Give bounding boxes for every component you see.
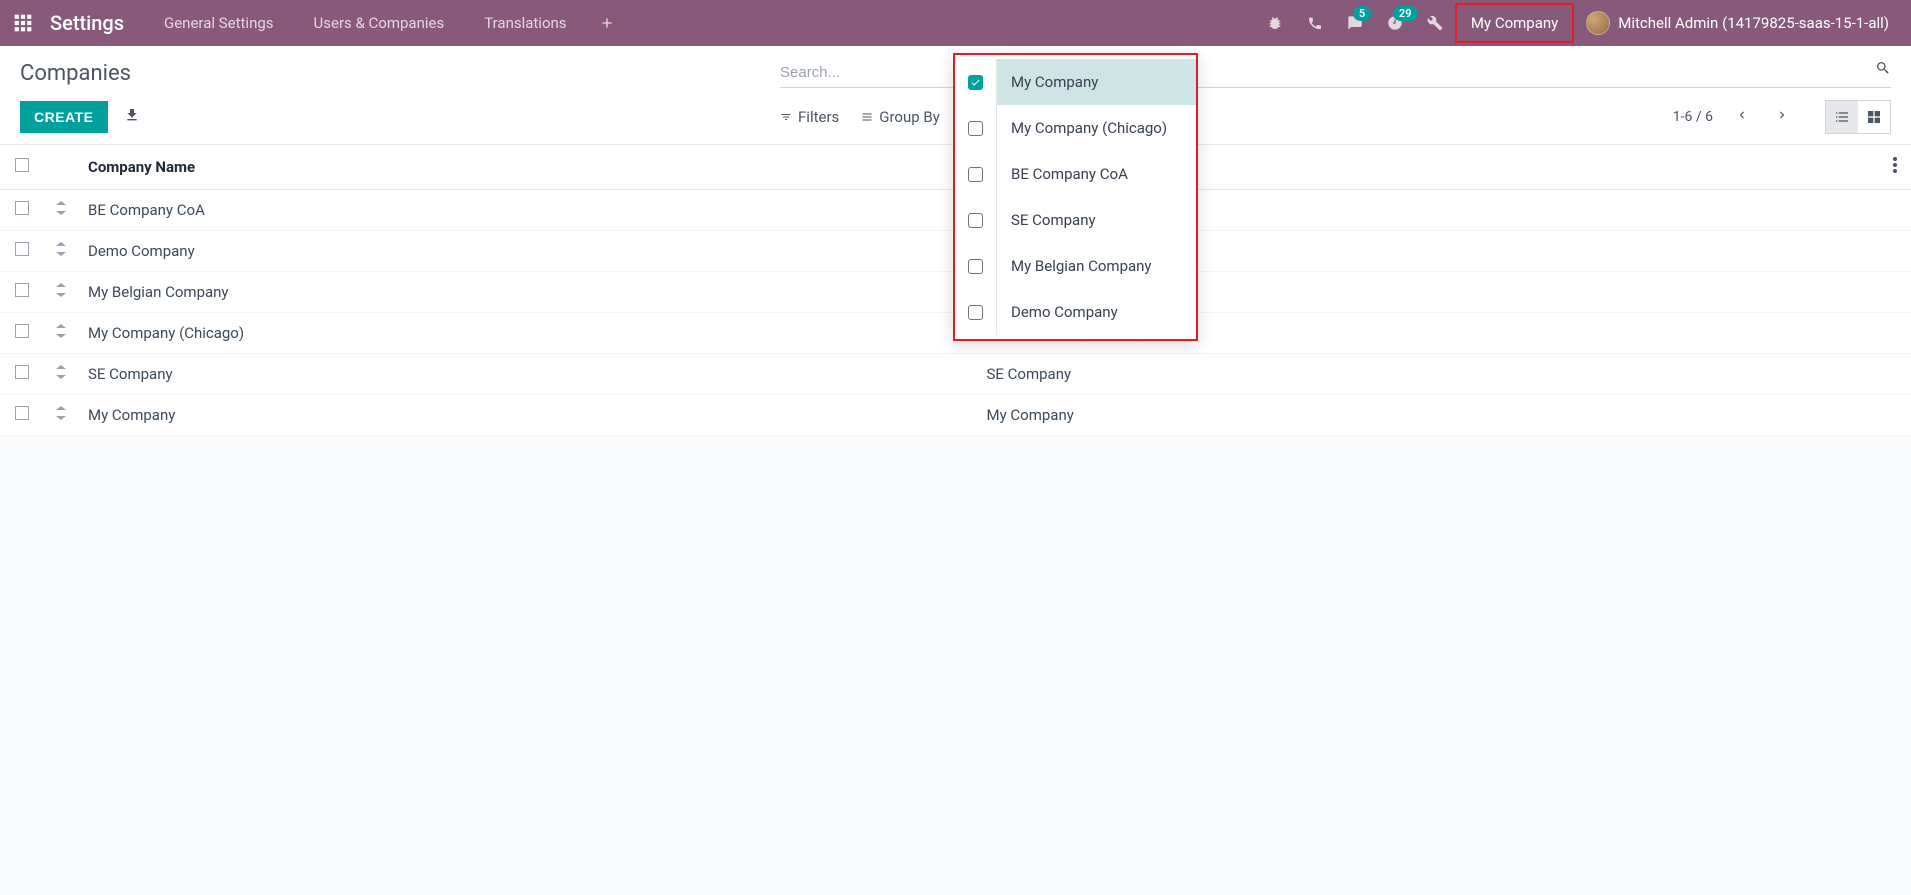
kanban-view-button[interactable] <box>1858 101 1890 133</box>
nav-general-settings[interactable]: General Settings <box>144 0 294 46</box>
company-dropdown-label: My Company (Chicago) <box>997 119 1196 137</box>
tools-icon-btn[interactable] <box>1415 0 1455 46</box>
company-dropdown-label: SE Company <box>997 211 1196 229</box>
row-checkbox[interactable] <box>15 283 29 297</box>
checkbox-icon[interactable] <box>968 213 983 228</box>
company-dropdown-item[interactable]: SE Company <box>955 197 1196 243</box>
checkbox-icon[interactable] <box>968 167 983 182</box>
pager-prev[interactable] <box>1731 104 1753 130</box>
apps-icon[interactable] <box>0 0 46 46</box>
checkbox-icon[interactable] <box>968 305 983 320</box>
cell-company: My Company <box>78 395 977 436</box>
company-dropdown-label: Demo Company <box>997 303 1196 321</box>
bug-icon <box>1267 15 1283 31</box>
debug-icon[interactable] <box>1255 0 1295 46</box>
phone-icon <box>1307 15 1323 31</box>
row-checkbox[interactable] <box>15 201 29 215</box>
select-all-checkbox[interactable] <box>15 158 29 172</box>
cell-company: BE Company CoA <box>78 190 977 231</box>
company-dropdown-item[interactable]: My Belgian Company <box>955 243 1196 289</box>
drag-handle[interactable] <box>56 365 66 383</box>
company-dropdown-item[interactable]: My Company (Chicago) <box>955 105 1196 151</box>
view-switcher <box>1825 100 1891 134</box>
row-checkbox[interactable] <box>15 324 29 338</box>
row-checkbox[interactable] <box>15 365 29 379</box>
drag-handle[interactable] <box>56 201 66 219</box>
checkbox-icon[interactable] <box>968 259 983 274</box>
chevron-right-icon <box>1775 108 1789 122</box>
company-switcher[interactable]: My Company <box>1455 3 1574 43</box>
drag-handle[interactable] <box>56 242 66 260</box>
company-dropdown-label: My Belgian Company <box>997 257 1196 275</box>
company-dropdown-label: My Company <box>997 59 1196 105</box>
company-dropdown-item[interactable]: My Company <box>955 59 1196 105</box>
company-dropdown: My Company My Company (Chicago) BE Company… <box>953 53 1198 341</box>
search-input[interactable] <box>780 58 1891 88</box>
phone-icon-btn[interactable] <box>1295 0 1335 46</box>
pager-text: 1-6 / 6 <box>1673 109 1713 125</box>
list-view-button[interactable] <box>1826 101 1858 133</box>
messaging-badge: 5 <box>1353 6 1371 21</box>
kanban-view-icon <box>1866 109 1882 125</box>
groupby-label: Group By <box>879 108 940 126</box>
table-row[interactable]: My CompanyMy Company <box>0 395 1911 436</box>
cell-company: SE Company <box>78 354 977 395</box>
checkbox-checked-icon[interactable] <box>968 75 983 90</box>
company-dropdown-item[interactable]: Demo Company <box>955 289 1196 335</box>
nav-translations[interactable]: Translations <box>464 0 586 46</box>
nav-new-app[interactable] <box>587 0 627 46</box>
groupby-button[interactable]: Group By <box>861 108 940 126</box>
app-title: Settings <box>46 11 144 35</box>
list-view-icon <box>1834 109 1850 125</box>
filters-button[interactable]: Filters <box>780 108 839 126</box>
search-icon <box>1875 60 1891 76</box>
list-icon <box>861 111 873 123</box>
cell-company: Demo Company <box>78 231 977 272</box>
drag-handle[interactable] <box>56 406 66 424</box>
cell-partner: SE Company <box>977 354 1876 395</box>
plus-icon <box>599 15 615 31</box>
column-options[interactable] <box>1893 159 1897 177</box>
download-icon <box>124 107 140 123</box>
create-button[interactable]: CREATE <box>20 101 108 133</box>
nav-users-companies[interactable]: Users & Companies <box>294 0 465 46</box>
company-switcher-label: My Company <box>1471 14 1558 32</box>
cell-partner: My Company <box>977 395 1876 436</box>
header-company-name[interactable]: Company Name <box>78 145 977 190</box>
activities-badge: 29 <box>1393 6 1418 21</box>
row-checkbox[interactable] <box>15 242 29 256</box>
nav-menu: General Settings Users & Companies Trans… <box>144 0 627 46</box>
search-button[interactable] <box>1875 60 1891 80</box>
avatar <box>1586 11 1610 35</box>
wrench-icon <box>1427 15 1443 31</box>
drag-handle[interactable] <box>56 283 66 301</box>
import-button[interactable] <box>124 107 140 127</box>
activities-icon-btn[interactable]: 29 <box>1375 0 1415 46</box>
pager-next[interactable] <box>1771 104 1793 130</box>
table-row[interactable]: SE CompanySE Company <box>0 354 1911 395</box>
checkbox-icon[interactable] <box>968 121 983 136</box>
user-name: Mitchell Admin (14179825-saas-15-1-all) <box>1618 14 1889 32</box>
company-dropdown-label: BE Company CoA <box>997 165 1196 183</box>
drag-handle[interactable] <box>56 324 66 342</box>
cell-company: My Company (Chicago) <box>78 313 977 354</box>
kebab-icon <box>1893 157 1897 173</box>
messaging-icon-btn[interactable]: 5 <box>1335 0 1375 46</box>
company-dropdown-item[interactable]: BE Company CoA <box>955 151 1196 197</box>
top-nav: Settings General Settings Users & Compan… <box>0 0 1911 46</box>
breadcrumb: Companies <box>20 61 780 86</box>
filters-label: Filters <box>798 108 839 126</box>
user-menu[interactable]: Mitchell Admin (14179825-saas-15-1-all) <box>1574 11 1901 35</box>
filter-icon <box>780 111 792 123</box>
cell-company: My Belgian Company <box>78 272 977 313</box>
chevron-left-icon <box>1735 108 1749 122</box>
row-checkbox[interactable] <box>15 406 29 420</box>
